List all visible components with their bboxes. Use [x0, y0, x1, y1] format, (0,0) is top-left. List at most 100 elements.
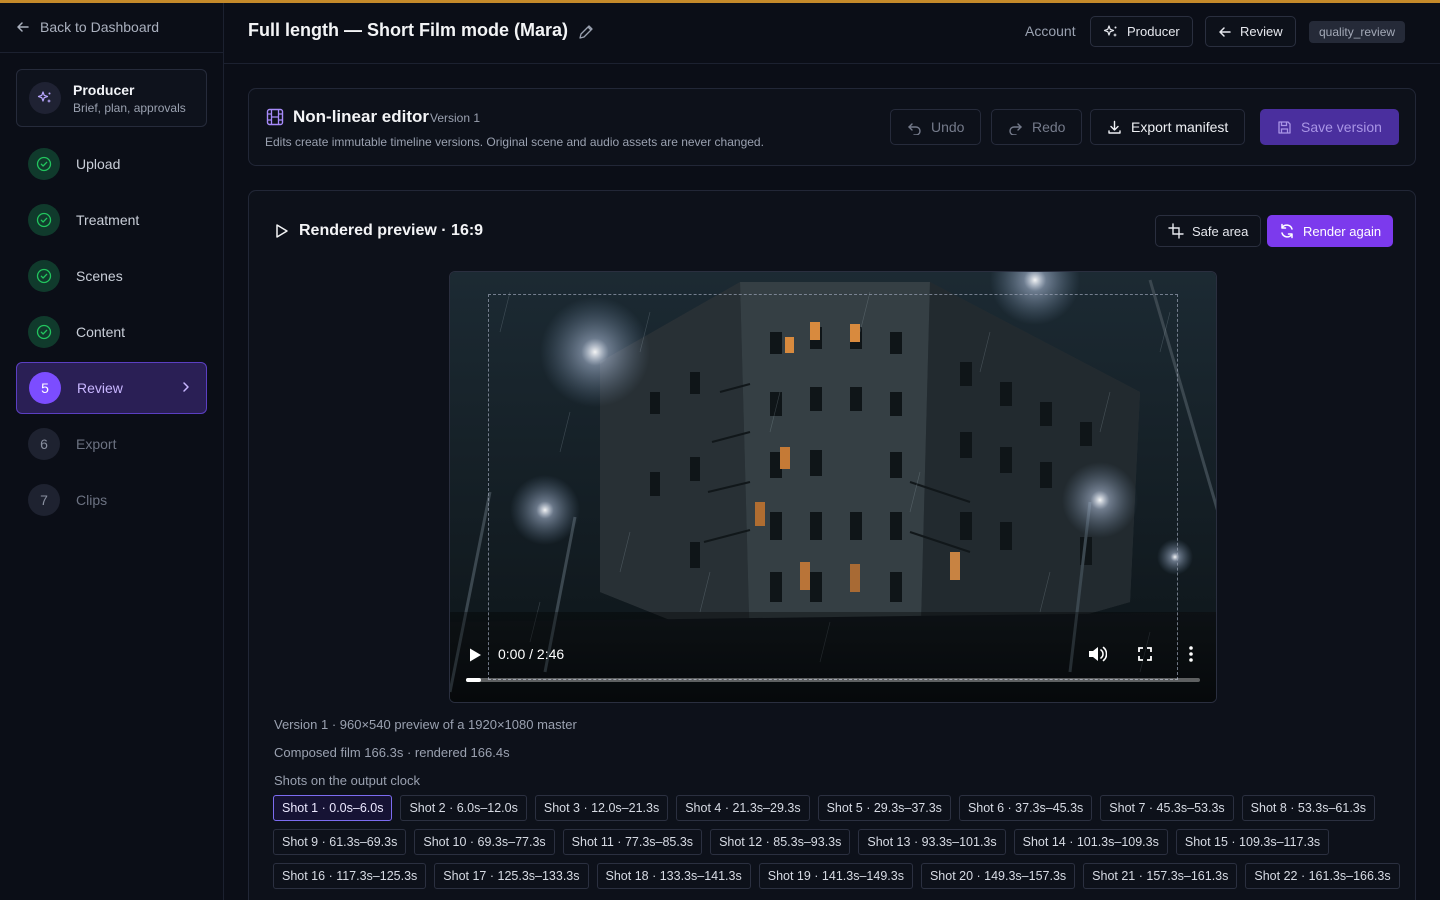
producer-card[interactable]: Producer Brief, plan, approvals: [16, 69, 207, 127]
more-vertical-icon[interactable]: [1188, 645, 1194, 663]
shot-chip[interactable]: Shot 3 · 12.0s–21.3s: [534, 795, 669, 821]
film-icon: [266, 108, 284, 126]
seek-bar[interactable]: [466, 678, 1200, 682]
shots-heading: Shots on the output clock: [274, 773, 420, 788]
producer-subtitle: Brief, plan, approvals: [73, 100, 186, 115]
step-label: Review: [77, 380, 123, 396]
arrow-left-icon: [1219, 26, 1231, 37]
shot-row: Shot 1 · 0.0s–6.0s Shot 2 · 6.0s–12.0s Sho…: [273, 795, 1393, 821]
producer-button-label: Producer: [1127, 24, 1180, 39]
back-to-dashboard-link[interactable]: Back to Dashboard: [16, 17, 159, 37]
play-icon[interactable]: [468, 647, 482, 663]
export-manifest-button[interactable]: Export manifest: [1090, 109, 1246, 145]
shot-list: Shot 1 · 0.0s–6.0s Shot 2 · 6.0s–12.0s Sho…: [273, 795, 1400, 897]
producer-button[interactable]: Producer: [1090, 16, 1193, 47]
shot-row: Shot 16 · 117.3s–125.3s Shot 17 · 125.3s–…: [273, 863, 1400, 889]
review-button-label: Review: [1240, 24, 1283, 39]
shot-chip[interactable]: Shot 22 · 161.3s–166.3s: [1245, 863, 1400, 889]
step-scenes[interactable]: Scenes: [16, 250, 207, 302]
fullscreen-icon[interactable]: [1138, 647, 1152, 661]
safe-area-label: Safe area: [1192, 223, 1249, 239]
step-number: 5: [29, 372, 61, 404]
preview-heading: Rendered preview · 16:9: [275, 222, 483, 240]
step-number: 7: [28, 484, 60, 516]
seek-progress: [466, 678, 481, 682]
account-link[interactable]: Account: [1025, 23, 1076, 39]
shot-chip[interactable]: Shot 11 · 77.3s–85.3s: [562, 829, 703, 855]
shot-chip[interactable]: Shot 9 · 61.3s–69.3s: [273, 829, 407, 855]
export-manifest-label: Export manifest: [1131, 119, 1229, 135]
step-review[interactable]: 5 Review: [16, 362, 207, 414]
step-clips[interactable]: 7 Clips: [16, 474, 207, 526]
redo-button[interactable]: Redo: [991, 109, 1083, 145]
step-label: Content: [76, 324, 126, 340]
save-icon: [1278, 120, 1291, 134]
pencil-icon[interactable]: [577, 23, 595, 41]
check-circle-icon: [28, 316, 60, 348]
step-label: Treatment: [76, 212, 140, 228]
shot-chip[interactable]: Shot 14 · 101.3s–109.3s: [1013, 829, 1168, 855]
save-version-label: Save version: [1301, 119, 1382, 135]
step-label: Scenes: [76, 268, 123, 284]
check-circle-icon: [28, 204, 60, 236]
shot-chip[interactable]: Shot 10 · 69.3s–77.3s: [414, 829, 555, 855]
shot-chip[interactable]: Shot 17 · 125.3s–133.3s: [434, 863, 589, 889]
sidebar: Back to Dashboard Producer Brief, plan, …: [0, 3, 224, 900]
shot-chip[interactable]: Shot 13 · 93.3s–101.3s: [858, 829, 1006, 855]
refresh-icon: [1281, 223, 1293, 239]
step-label: Export: [76, 436, 117, 452]
check-circle-icon: [28, 148, 60, 180]
producer-title: Producer: [73, 81, 135, 98]
editor-panel: Non-linear editor Version 1 Edits create…: [248, 88, 1416, 166]
top-header: Full length — Short Film mode (Mara) Acc…: [224, 3, 1440, 64]
render-again-button[interactable]: Render again: [1267, 215, 1394, 247]
shot-chip[interactable]: Shot 4 · 21.3s–29.3s: [676, 795, 810, 821]
shot-chip[interactable]: Shot 19 · 141.3s–149.3s: [758, 863, 913, 889]
shot-chip[interactable]: Shot 2 · 6.0s–12.0s: [400, 795, 527, 821]
sparkles-icon: [29, 82, 61, 114]
step-export[interactable]: 6 Export: [16, 418, 207, 470]
step-upload[interactable]: Upload: [16, 138, 207, 190]
editor-description: Edits create immutable timeline versions…: [265, 135, 764, 149]
back-label: Back to Dashboard: [40, 19, 160, 35]
shot-chip[interactable]: Shot 5 · 29.3s–37.3s: [817, 795, 951, 821]
download-icon: [1108, 120, 1121, 134]
shot-chip[interactable]: Shot 21 · 157.3s–161.3s: [1083, 863, 1238, 889]
shot-chip[interactable]: Shot 16 · 117.3s–125.3s: [273, 863, 427, 889]
shot-chip[interactable]: Shot 12 · 85.3s–93.3s: [710, 829, 851, 855]
safe-area-button[interactable]: Safe area: [1155, 215, 1262, 247]
page-title: Full length — Short Film mode (Mara): [248, 20, 569, 40]
preview-version-info: Version 1 · 960×540 preview of a 1920×10…: [274, 717, 577, 732]
check-circle-icon: [28, 260, 60, 292]
shot-chip[interactable]: Shot 15 · 109.3s–117.3s: [1175, 829, 1330, 855]
shot-row: Shot 9 · 61.3s–69.3s Shot 10 · 69.3s–77.3…: [273, 829, 1393, 855]
sidebar-divider: [0, 52, 223, 53]
time-display: 0:00 / 2:46: [498, 646, 565, 662]
shot-chip[interactable]: Shot 6 · 37.3s–45.3s: [958, 795, 1093, 821]
undo-button[interactable]: Undo: [890, 109, 982, 145]
preview-title: Rendered preview · 16:9: [299, 222, 484, 239]
video-player[interactable]: 0:00 / 2:46: [449, 271, 1217, 703]
volume-icon[interactable]: [1087, 645, 1107, 663]
render-again-label: Render again: [1303, 223, 1382, 239]
step-content[interactable]: Content: [16, 306, 207, 358]
step-treatment[interactable]: Treatment: [16, 194, 207, 246]
version-label: Version 1: [430, 111, 481, 125]
preview-panel: Rendered preview · 16:9 Safe area Render…: [248, 190, 1416, 900]
shot-chip[interactable]: Shot 20 · 149.3s–157.3s: [920, 863, 1076, 889]
arrow-left-icon: [17, 22, 29, 32]
review-back-button[interactable]: Review: [1205, 16, 1296, 47]
play-outline-icon: [276, 224, 288, 238]
redo-label: Redo: [1032, 119, 1066, 135]
crop-icon: [1168, 223, 1184, 239]
shot-chip[interactable]: Shot 7 · 45.3s–53.3s: [1100, 795, 1234, 821]
undo-icon: [908, 122, 921, 135]
save-version-button[interactable]: Save version: [1260, 109, 1399, 145]
sparkles-icon: [1103, 24, 1117, 37]
step-label: Upload: [76, 156, 121, 172]
shot-chip[interactable]: Shot 8 · 53.3s–61.3s: [1241, 795, 1376, 821]
composed-duration-info: Composed film 166.3s · rendered 166.4s: [274, 745, 510, 760]
shot-chip[interactable]: Shot 18 · 133.3s–141.3s: [596, 863, 751, 889]
shot-chip[interactable]: Shot 1 · 0.0s–6.0s: [273, 795, 393, 821]
role-badge: quality_review: [1309, 21, 1406, 43]
